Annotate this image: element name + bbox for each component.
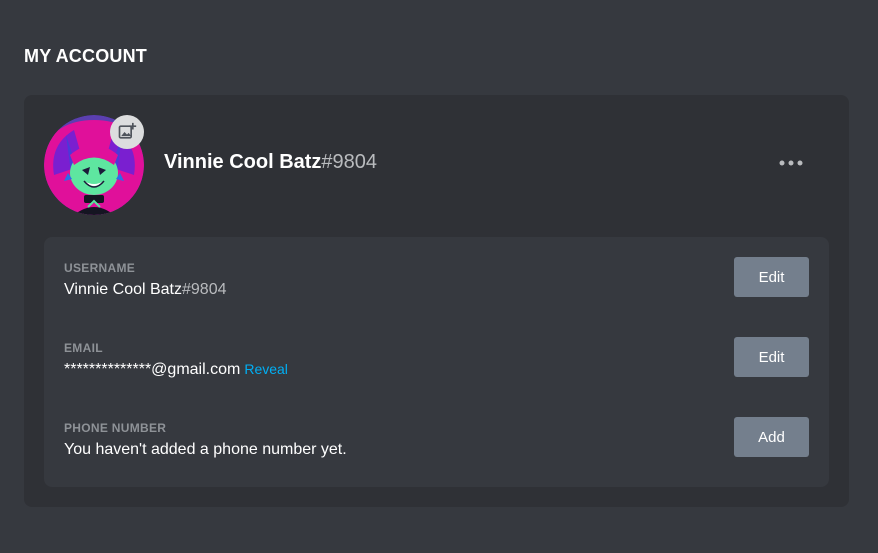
add-image-icon	[118, 122, 137, 139]
email-masked: **************@gmail.com	[64, 361, 241, 378]
account-info-panel: USERNAME Vinnie Cool Batz#9804 Edit EMAI…	[44, 237, 829, 487]
email-value: **************@gmail.com Reveal	[64, 361, 288, 379]
profile-discriminator: #9804	[321, 151, 378, 173]
phone-label: PHONE NUMBER	[64, 421, 167, 435]
email-field: EMAIL **************@gmail.com Reveal Edi…	[64, 337, 809, 401]
email-label: EMAIL	[64, 341, 103, 355]
edit-email-button[interactable]: Edit	[734, 337, 809, 377]
account-card: Vinnie Cool Batz#9804 USERNAME Vinnie Co…	[24, 95, 849, 507]
reveal-email-link[interactable]: Reveal	[244, 361, 288, 377]
upload-avatar-button[interactable]	[110, 115, 144, 149]
username-field: USERNAME Vinnie Cool Batz#9804 Edit	[64, 257, 809, 321]
more-horizontal-icon	[779, 160, 803, 166]
profile-header: Vinnie Cool Batz#9804	[24, 95, 849, 237]
profile-display-name: Vinnie Cool Batz	[164, 151, 322, 173]
more-options-button[interactable]	[776, 151, 806, 175]
profile-username: Vinnie Cool Batz#9804	[164, 151, 377, 174]
phone-value: You haven't added a phone number yet.	[64, 441, 347, 458]
username-label: USERNAME	[64, 261, 136, 275]
username-name: Vinnie Cool Batz	[64, 281, 182, 298]
username-discriminator: #9804	[182, 281, 227, 298]
add-phone-button[interactable]: Add	[734, 417, 809, 457]
username-value: Vinnie Cool Batz#9804	[64, 281, 227, 299]
phone-field: PHONE NUMBER You haven't added a phone n…	[64, 417, 809, 481]
avatar-container[interactable]	[44, 115, 144, 215]
edit-username-button[interactable]: Edit	[734, 257, 809, 297]
settings-page: MY ACCOUNT Vinnie Cool Batz#9804 USERNAM…	[0, 0, 878, 553]
section-title: MY ACCOUNT	[24, 46, 147, 66]
